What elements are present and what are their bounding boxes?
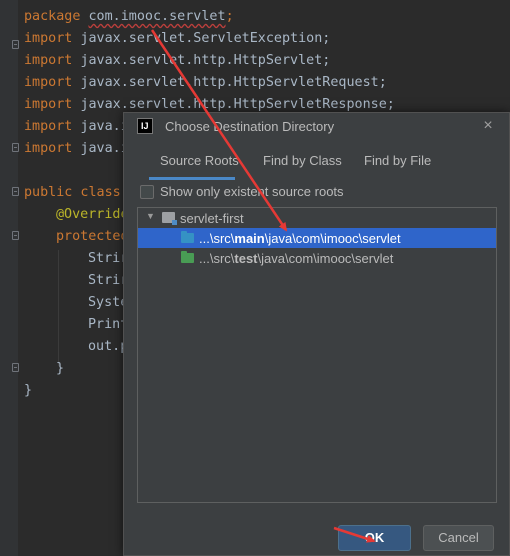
code-line: package com.imooc.servlet; bbox=[24, 9, 234, 24]
tree-row-test-servlet[interactable]: ...\src\test\java\com\imooc\servlet bbox=[138, 248, 496, 268]
tree-row-label: ...\src\test\java\com\imooc\servlet bbox=[199, 251, 394, 266]
tab-source-roots[interactable]: Source Roots bbox=[160, 153, 239, 168]
code-line: import java.i bbox=[24, 141, 129, 156]
tab-find-by-file[interactable]: Find by File bbox=[364, 153, 431, 168]
tree-row-label: ...\src\main\java\com\imooc\servlet bbox=[199, 231, 401, 246]
tab-find-by-class[interactable]: Find by Class bbox=[263, 153, 342, 168]
code-line: } bbox=[24, 383, 33, 398]
directory-tree[interactable]: ▼ servlet-first ...\src\main\java\com\im… bbox=[137, 207, 497, 503]
intellij-icon: IJ bbox=[137, 118, 153, 134]
test-folder-icon bbox=[181, 251, 194, 263]
show-existent-roots-checkbox[interactable] bbox=[140, 185, 154, 199]
checkbox-label[interactable]: Show only existent source roots bbox=[160, 184, 344, 199]
code-line: import javax.servlet.http.HttpServlet; bbox=[24, 53, 331, 68]
close-icon[interactable]: × bbox=[479, 117, 497, 135]
ok-button[interactable]: OK bbox=[338, 525, 411, 551]
dialog-title-bar[interactable]: IJ Choose Destination Directory × bbox=[124, 113, 509, 141]
module-icon bbox=[162, 212, 177, 225]
fold-icon[interactable] bbox=[12, 231, 19, 240]
tree-row-main-servlet[interactable]: ...\src\main\java\com\imooc\servlet bbox=[138, 228, 496, 248]
dialog-title: Choose Destination Directory bbox=[165, 119, 335, 134]
editor-gutter bbox=[0, 0, 18, 556]
tree-root-node[interactable]: ▼ servlet-first bbox=[138, 208, 496, 228]
chevron-down-icon[interactable]: ▼ bbox=[146, 212, 155, 221]
code-line: @Override bbox=[56, 207, 129, 222]
indent-guide bbox=[58, 250, 59, 366]
choose-destination-dialog: IJ Choose Destination Directory × Source… bbox=[123, 112, 510, 556]
fold-icon[interactable] bbox=[12, 143, 19, 152]
active-tab-indicator bbox=[149, 177, 235, 180]
tree-root-label: servlet-first bbox=[180, 211, 244, 226]
code-line: import javax.servlet.http.HttpServletReq… bbox=[24, 75, 387, 90]
fold-icon[interactable] bbox=[12, 187, 19, 196]
fold-icon[interactable] bbox=[12, 40, 19, 49]
cancel-button[interactable]: Cancel bbox=[423, 525, 494, 551]
code-line: } bbox=[56, 361, 65, 376]
code-line: import javax.servlet.ServletException; bbox=[24, 31, 331, 46]
code-line: import java.i bbox=[24, 119, 129, 134]
fold-icon[interactable] bbox=[12, 363, 19, 372]
source-folder-icon bbox=[181, 231, 194, 243]
code-line: protected bbox=[56, 229, 129, 244]
code-line: public class bbox=[24, 185, 129, 200]
